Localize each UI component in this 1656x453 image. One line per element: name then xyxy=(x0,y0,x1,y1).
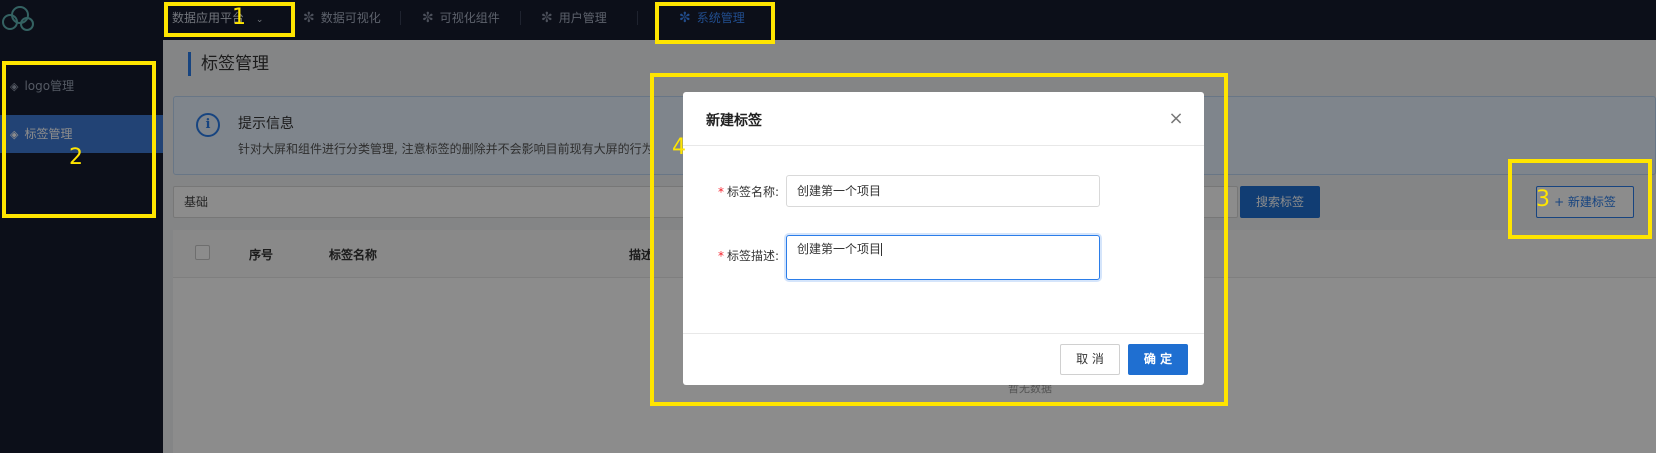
annotation-box-2 xyxy=(2,61,156,218)
annotation-number-3: 3 xyxy=(1536,187,1550,212)
annotation-number-4: 4 xyxy=(672,135,686,160)
annotation-box-1 xyxy=(164,2,295,37)
annotation-number-2: 2 xyxy=(69,145,83,170)
annotation-number-1: 1 xyxy=(232,5,246,30)
annotation-box-system xyxy=(655,2,775,44)
annotation-box-3 xyxy=(1508,159,1652,239)
annotation-box-4 xyxy=(650,73,1228,406)
